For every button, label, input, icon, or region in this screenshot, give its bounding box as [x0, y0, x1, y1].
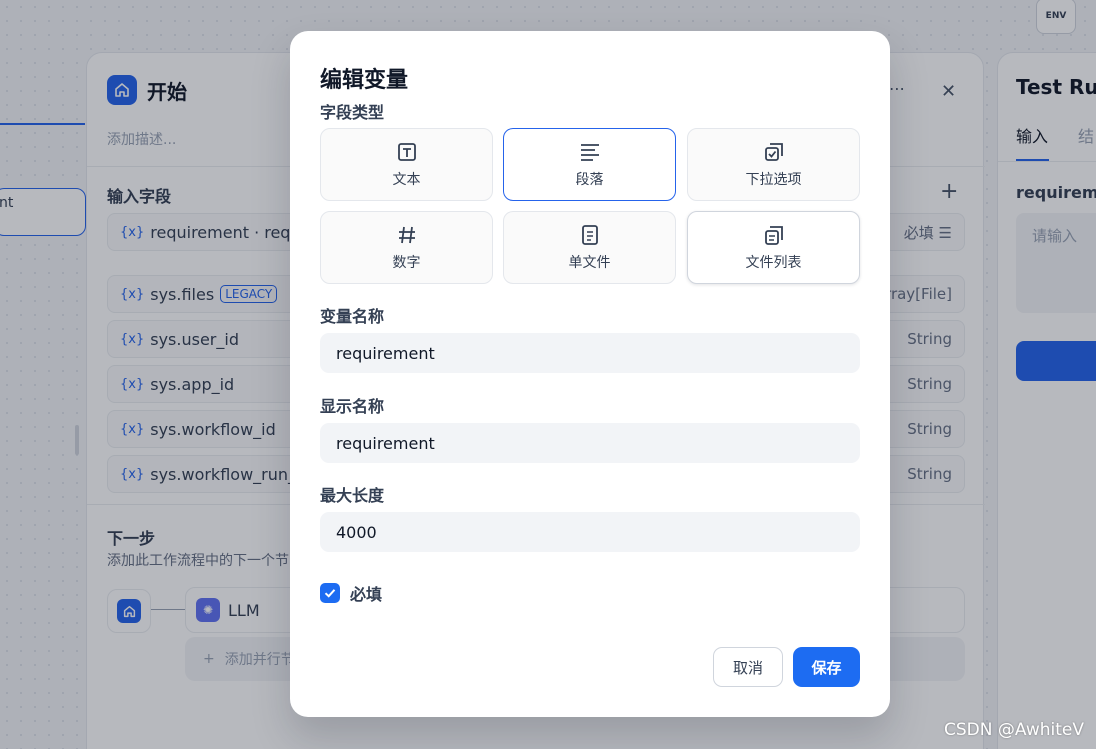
field-type-label-file-list: 文件列表 — [745, 254, 802, 271]
variable-name-label: 变量名称 — [320, 307, 385, 326]
field-type-file[interactable]: 单文件 — [503, 211, 676, 284]
field-type-text[interactable]: 文本 — [320, 128, 493, 201]
file-icon — [581, 224, 598, 245]
field-type-file-list[interactable]: 文件列表 — [687, 211, 860, 284]
dialog-title: 编辑变量 — [320, 68, 409, 93]
paragraph-icon — [580, 143, 599, 161]
field-type-label-number: 数字 — [392, 254, 421, 271]
cancel-button[interactable]: 取消 — [713, 647, 783, 687]
check-icon — [324, 589, 336, 598]
max-length-label: 最大长度 — [320, 486, 385, 505]
required-checkbox-row[interactable]: 必填 — [320, 581, 382, 605]
display-name-label: 显示名称 — [320, 397, 385, 416]
select-icon — [764, 142, 783, 161]
field-type-paragraph[interactable]: 段落 — [503, 128, 676, 201]
field-type-label-file: 单文件 — [568, 254, 611, 271]
field-type-select[interactable]: 下拉选项 — [687, 128, 860, 201]
field-type-label: 字段类型 — [320, 103, 385, 122]
field-type-number[interactable]: 数字 — [320, 211, 493, 284]
variable-name-input[interactable] — [320, 333, 860, 373]
field-type-label-paragraph: 段落 — [575, 171, 604, 188]
required-checkbox[interactable] — [320, 583, 340, 603]
display-name-input[interactable] — [320, 423, 860, 463]
required-label: 必填 — [350, 585, 383, 604]
max-length-input[interactable] — [320, 512, 860, 552]
watermark: CSDN @AwhiteV — [944, 720, 1084, 740]
save-button[interactable]: 保存 — [793, 647, 860, 687]
number-icon — [398, 226, 415, 243]
edit-variable-dialog: 编辑变量 字段类型 文本 段落 下拉选项 数字 单文件 文件列表 变量名称 显示… — [290, 31, 890, 717]
file-list-icon — [764, 225, 783, 245]
field-type-label-text: 文本 — [392, 171, 421, 188]
field-type-label-select: 下拉选项 — [745, 171, 802, 188]
text-icon — [397, 142, 416, 161]
